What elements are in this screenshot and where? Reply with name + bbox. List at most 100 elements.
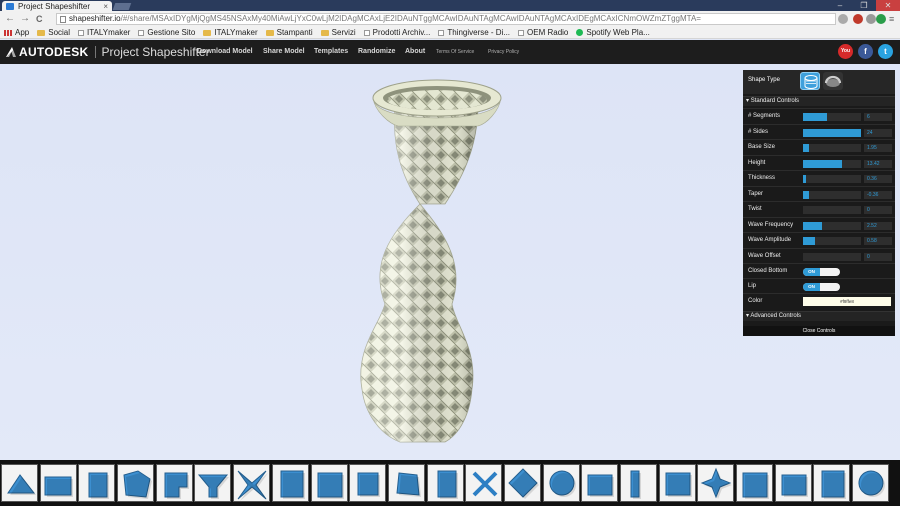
bookmark-star-icon[interactable] <box>838 14 848 24</box>
value-field[interactable]: 13.42 <box>864 159 892 168</box>
close-window-button[interactable]: ✕ <box>876 0 900 11</box>
lip-toggle[interactable]: ON <box>803 283 840 291</box>
torus-shape-icon[interactable] <box>823 72 843 90</box>
cylinder-shape-icon[interactable] <box>800 72 820 90</box>
template-thumbnail[interactable] <box>620 464 657 502</box>
reload-icon[interactable]: C <box>36 13 43 25</box>
template-thumbnail[interactable] <box>426 464 464 502</box>
bookmark-item[interactable]: Servizi <box>320 28 356 37</box>
nav-randomize[interactable]: Randomize <box>358 48 395 55</box>
forward-icon[interactable]: → <box>20 13 30 25</box>
bookmark-item[interactable]: App <box>4 28 29 37</box>
bookmark-item[interactable]: Gestione Sito <box>138 28 195 37</box>
value-field[interactable]: 24 <box>864 128 892 137</box>
template-thumbnail[interactable] <box>387 464 425 502</box>
nav-about[interactable]: About <box>405 48 425 55</box>
template-thumbnail[interactable] <box>774 464 812 502</box>
bookmark-item[interactable]: Stampanti <box>265 28 313 37</box>
slider-track[interactable] <box>803 221 861 230</box>
value-field[interactable]: 0 <box>864 206 892 214</box>
bookmark-item[interactable]: Social <box>37 28 70 37</box>
nav-templates[interactable]: Templates <box>314 48 348 55</box>
template-thumbnail[interactable] <box>503 464 541 502</box>
nav-terms[interactable]: Terms Of Service <box>436 49 474 55</box>
slider-track[interactable] <box>803 190 861 199</box>
template-thumbnail[interactable] <box>1 464 38 502</box>
template-thumbnail[interactable] <box>349 464 387 502</box>
facebook-icon[interactable]: f <box>858 44 873 59</box>
control-label: # Sides <box>748 128 769 135</box>
slider-track[interactable] <box>803 144 861 152</box>
extension-grey-icon[interactable] <box>866 14 876 24</box>
value-field[interactable]: -0.36 <box>864 190 892 199</box>
template-thumbnail[interactable] <box>117 464 155 502</box>
twitter-icon[interactable]: t <box>878 44 893 59</box>
extension-red-icon[interactable] <box>853 14 863 24</box>
youtube-icon[interactable]: You <box>838 44 853 59</box>
slider-track[interactable] <box>803 237 861 245</box>
template-thumbnail[interactable] <box>736 464 774 502</box>
bookmark-item[interactable]: ITALYmaker <box>203 28 258 37</box>
url-field[interactable]: shapeshifter.io/#/share/MSAxIDYgMjQgMS45… <box>56 13 836 25</box>
back-icon[interactable]: ← <box>5 13 15 25</box>
bookmark-item[interactable]: ITALYmaker <box>78 28 130 37</box>
color-picker[interactable]: #f9ffe8 <box>803 297 891 306</box>
minimize-button[interactable]: – <box>828 0 852 11</box>
bookmark-item[interactable]: Prodotti Archiv... <box>363 28 430 37</box>
page-icon <box>518 29 525 36</box>
template-shape-icon <box>742 472 770 499</box>
template-thumbnail[interactable] <box>39 464 77 502</box>
value-field[interactable]: 6 <box>864 113 892 121</box>
template-thumbnail[interactable] <box>581 464 619 502</box>
maximize-button[interactable]: ❐ <box>852 0 876 11</box>
slider-row: Taper -0.36 <box>743 185 895 201</box>
slider-track[interactable] <box>803 128 861 137</box>
new-tab-button[interactable] <box>112 3 132 10</box>
template-thumbnail[interactable] <box>194 464 232 502</box>
template-thumbnail[interactable] <box>658 464 696 502</box>
template-thumbnail[interactable] <box>813 464 851 502</box>
advanced-controls-header[interactable]: ▾ Advanced Controls <box>743 311 895 321</box>
closed-bottom-toggle[interactable]: ON <box>803 268 840 276</box>
slider-track[interactable] <box>803 175 861 183</box>
value-field[interactable]: 2.52 <box>864 221 892 230</box>
slider-row: Wave Frequency 2.52 <box>743 216 895 232</box>
template-thumbnail[interactable] <box>233 464 271 502</box>
bookmark-item[interactable]: Thingiverse - Di... <box>438 28 510 37</box>
value-field[interactable]: 0 <box>864 252 892 261</box>
extension-green-icon[interactable] <box>876 14 886 24</box>
template-shape-icon <box>665 472 692 497</box>
template-thumbnail[interactable] <box>155 464 193 502</box>
template-shape-icon <box>237 470 269 501</box>
lip-row: Lip ON <box>743 278 895 293</box>
slider-track[interactable] <box>803 159 861 168</box>
bookmark-item[interactable]: Spotify Web Pla... <box>576 28 650 37</box>
template-thumbnail[interactable] <box>465 464 503 502</box>
slider-track[interactable] <box>803 113 861 121</box>
template-shape-icon <box>781 474 808 497</box>
menu-icon[interactable]: ≡ <box>889 13 894 25</box>
value-field[interactable]: 0.36 <box>864 175 892 183</box>
nav-download-model[interactable]: Download Model <box>197 48 253 55</box>
standard-controls-header[interactable]: ▾ Standard Controls <box>743 96 895 106</box>
slider-row: Twist 0 <box>743 201 895 216</box>
close-controls-button[interactable]: Close Controls <box>743 326 895 336</box>
template-thumbnail[interactable] <box>542 464 580 502</box>
template-tray <box>0 460 900 506</box>
value-field[interactable]: 0.58 <box>864 237 892 245</box>
nav-share-model[interactable]: Share Model <box>263 48 305 55</box>
brand[interactable]: AUTODESK Project Shapeshifter <box>6 44 210 60</box>
bookmark-label: Social <box>48 28 71 37</box>
template-shape-icon <box>123 470 153 499</box>
slider-track[interactable] <box>803 206 861 214</box>
template-thumbnail[interactable] <box>697 464 735 502</box>
nav-privacy[interactable]: Privacy Policy <box>488 49 519 55</box>
template-thumbnail[interactable] <box>78 464 116 502</box>
template-thumbnail[interactable] <box>852 464 890 502</box>
slider-track[interactable] <box>803 252 861 261</box>
value-field[interactable]: 1.95 <box>864 144 892 152</box>
bookmark-item[interactable]: OEM Radio <box>518 28 568 37</box>
template-thumbnail[interactable] <box>310 464 348 502</box>
template-thumbnail[interactable] <box>271 464 309 502</box>
folder-icon <box>265 29 274 36</box>
